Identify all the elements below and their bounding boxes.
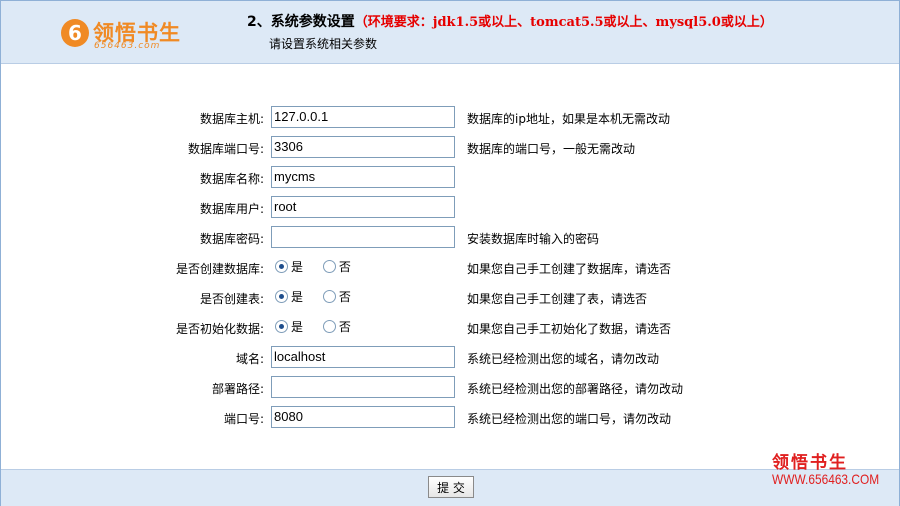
create-db-no-radio[interactable] [322, 260, 336, 273]
form-row-db-password: 数据库密码: 安装数据库时输入的密码 [1, 226, 899, 250]
domain-hint: 系统已经检测出您的域名，请勿改动 [467, 352, 660, 366]
form-row-init-data: 是否初始化数据: 是 否 如果您自己手工初始化了数据，请选否 [1, 316, 899, 340]
db-name-input[interactable] [271, 166, 455, 188]
header-bar: 6 领悟书生 656463.com 2、系统参数设置（环境要求：jdk1.5或以… [1, 1, 899, 64]
logo-url: 656463.com [94, 41, 161, 51]
deploy-path-input[interactable] [271, 376, 455, 398]
db-host-input[interactable] [271, 106, 455, 128]
footer-bar: 提 交 [1, 469, 899, 506]
init-data-no-label: 否 [338, 320, 351, 334]
form-row-domain: 域名: 系统已经检测出您的域名，请勿改动 [1, 346, 899, 370]
create-db-no-option[interactable]: 否 [322, 258, 351, 275]
server-port-input[interactable] [271, 406, 455, 428]
init-data-no-radio[interactable] [322, 320, 336, 333]
create-table-no-option[interactable]: 否 [322, 288, 351, 305]
create-table-yes-radio[interactable] [275, 290, 288, 303]
form-row-create-db: 是否创建数据库: 是 否 如果您自己手工创建了数据库，请选否 [1, 256, 899, 280]
db-password-input[interactable] [271, 226, 455, 248]
db-port-label: 数据库端口号: [187, 142, 264, 156]
init-data-yes-radio[interactable] [275, 320, 288, 333]
watermark-text: 领悟书生 [772, 453, 848, 473]
init-data-radio-group: 是 否 [275, 318, 367, 335]
deploy-path-label: 部署路径: [211, 382, 264, 396]
form-row-create-table: 是否创建表: 是 否 如果您自己手工创建了表，请选否 [1, 286, 899, 310]
domain-input[interactable] [271, 346, 455, 368]
db-port-hint: 数据库的端口号，一般无需改动 [467, 142, 636, 156]
site-logo: 6 领悟书生 656463.com [61, 13, 221, 53]
form-row-db-name: 数据库名称: [1, 166, 899, 190]
create-table-no-label: 否 [338, 290, 351, 304]
environment-requirement: （环境要求：jdk1.5或以上、tomcat5.5或以上、mysql5.0或以上… [354, 15, 773, 30]
db-port-input[interactable] [271, 136, 455, 158]
init-data-yes-label: 是 [291, 320, 304, 334]
form-row-deploy-path: 部署路径: 系统已经检测出您的部署路径，请勿改动 [1, 376, 899, 400]
create-db-no-label: 否 [338, 260, 351, 274]
settings-form: 数据库主机: 数据库的ip地址，如果是本机无需改动 数据库端口号: 数据库的端口… [1, 64, 899, 468]
create-table-radio-group: 是 否 [275, 288, 367, 305]
deploy-path-hint: 系统已经检测出您的部署路径，请勿改动 [467, 382, 684, 396]
db-password-hint: 安装数据库时输入的密码 [467, 232, 600, 246]
create-table-hint: 如果您自己手工创建了表，请选否 [467, 292, 648, 306]
create-db-hint: 如果您自己手工创建了数据库，请选否 [467, 262, 672, 276]
form-row-server-port: 端口号: 系统已经检测出您的端口号，请勿改动 [1, 406, 899, 430]
create-table-yes-label: 是 [291, 290, 304, 304]
init-data-yes-option[interactable]: 是 [275, 318, 303, 335]
init-data-no-option[interactable]: 否 [322, 318, 351, 335]
db-user-label: 数据库用户: [199, 202, 264, 216]
create-db-yes-label: 是 [291, 260, 304, 274]
server-port-hint: 系统已经检测出您的端口号，请勿改动 [467, 412, 672, 426]
create-db-yes-radio[interactable] [275, 260, 288, 273]
create-table-yes-option[interactable]: 是 [275, 288, 303, 305]
domain-label: 域名: [235, 352, 264, 366]
db-host-label: 数据库主机: [199, 112, 264, 126]
create-db-yes-option[interactable]: 是 [275, 258, 303, 275]
db-name-label: 数据库名称: [199, 172, 264, 186]
init-data-hint: 如果您自己手工初始化了数据，请选否 [467, 322, 672, 336]
watermark-url: WWW.656463.COM [772, 471, 880, 487]
step-title-text: 2、系统参数设置 [247, 14, 355, 30]
submit-button[interactable]: 提 交 [428, 476, 474, 498]
init-data-label: 是否初始化数据: [175, 322, 264, 336]
create-table-label: 是否创建表: [199, 292, 264, 306]
create-table-no-radio[interactable] [322, 290, 336, 303]
form-row-db-host: 数据库主机: 数据库的ip地址，如果是本机无需改动 [1, 106, 899, 130]
server-port-label: 端口号: [223, 412, 264, 426]
form-row-db-port: 数据库端口号: 数据库的端口号，一般无需改动 [1, 136, 899, 160]
db-host-hint: 数据库的ip地址，如果是本机无需改动 [467, 112, 670, 126]
db-user-input[interactable] [271, 196, 455, 218]
form-row-db-user: 数据库用户: [1, 196, 899, 220]
step-title: 2、系统参数设置（环境要求：jdk1.5或以上、tomcat5.5或以上、mys… [247, 11, 773, 31]
create-db-radio-group: 是 否 [275, 258, 367, 275]
step-subtitle: 请设置系统相关参数 [269, 37, 378, 51]
logo-mark-icon: 6 [61, 19, 89, 47]
create-db-label: 是否创建数据库: [175, 262, 264, 276]
db-password-label: 数据库密码: [199, 232, 264, 246]
